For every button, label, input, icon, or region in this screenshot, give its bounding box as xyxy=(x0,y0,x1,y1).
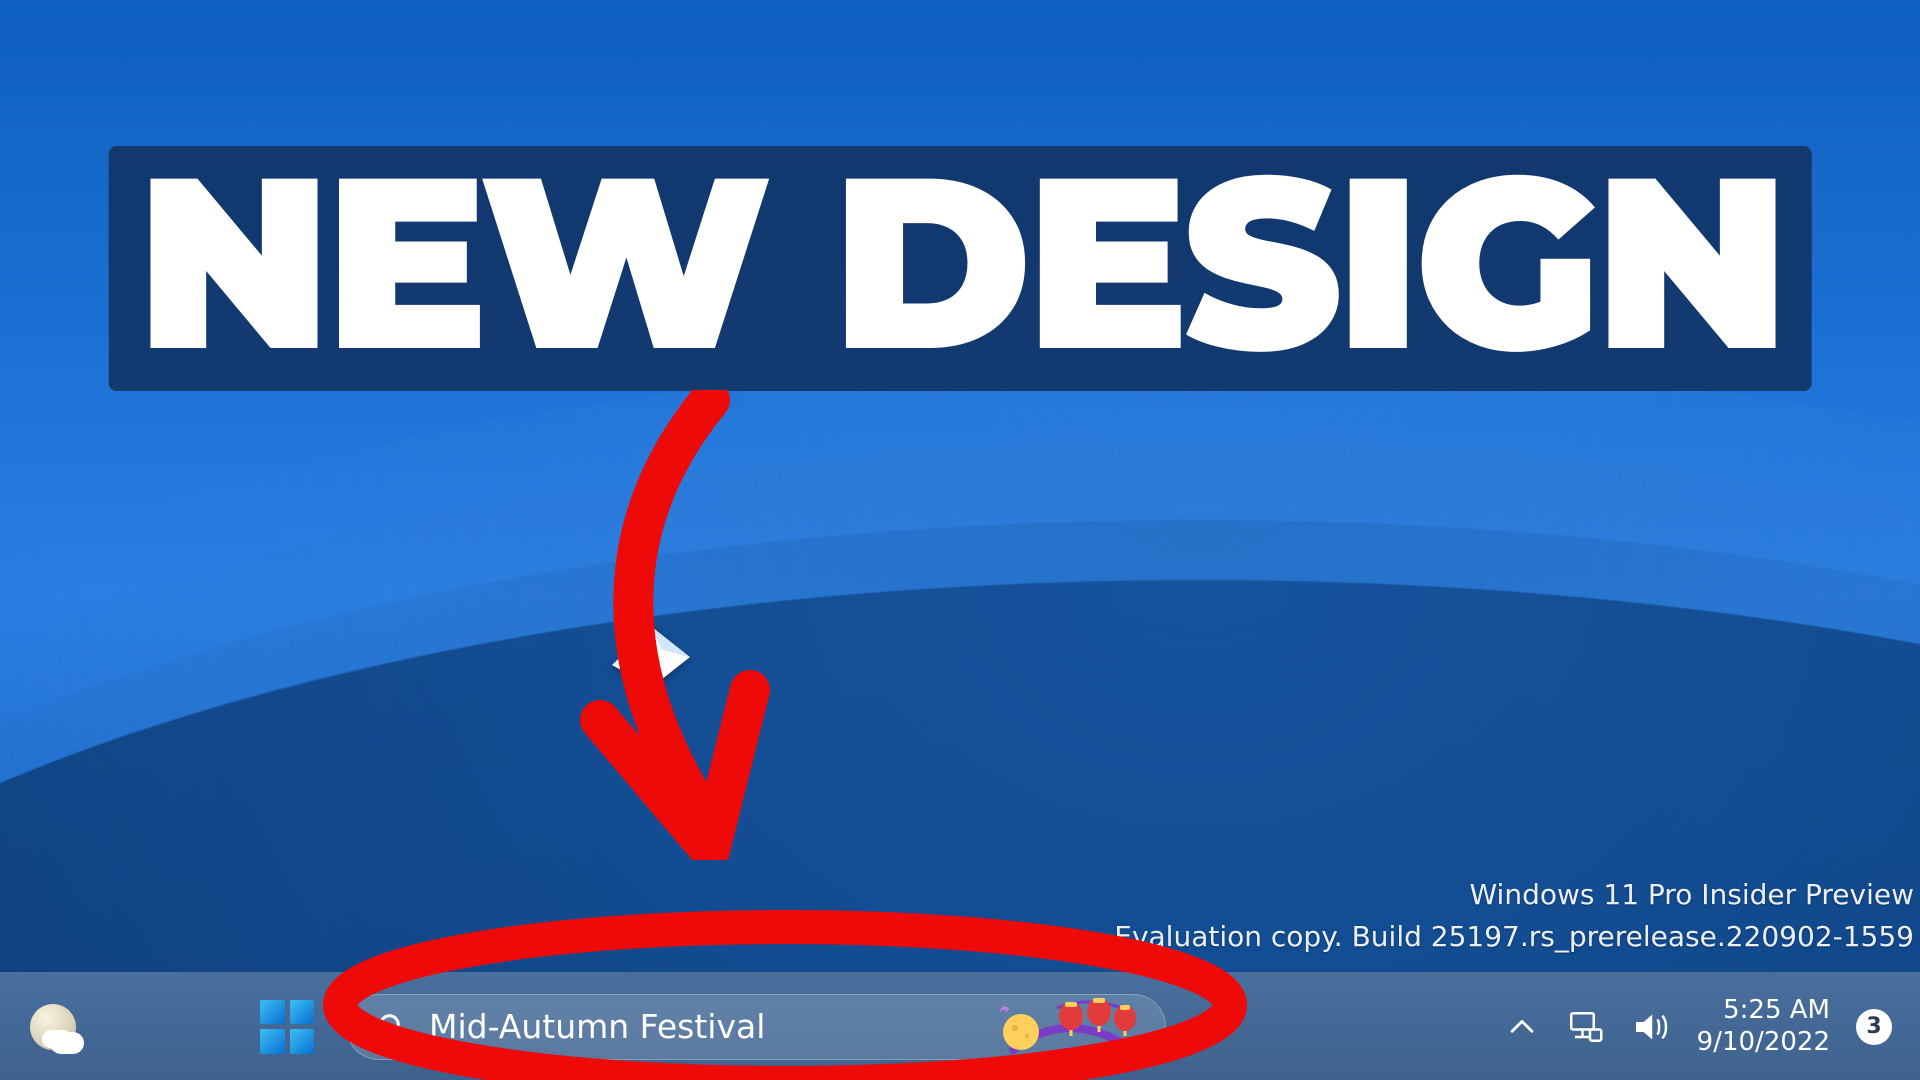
tray-overflow-button[interactable] xyxy=(1505,1010,1539,1044)
taskbar-clock[interactable]: 5:25 AM 9/10/2022 xyxy=(1697,995,1830,1057)
taskbar-left-group: Mid-Autumn Festival xyxy=(0,994,1166,1060)
search-icon xyxy=(377,1012,407,1042)
system-tray: 5:25 AM 9/10/2022 3 xyxy=(1505,995,1920,1057)
weather-widget[interactable] xyxy=(30,1004,76,1050)
watermark-line1: Windows 11 Pro Insider Preview xyxy=(1114,874,1914,916)
clock-date: 9/10/2022 xyxy=(1697,1027,1830,1058)
build-watermark: Windows 11 Pro Insider Preview Evaluatio… xyxy=(1114,874,1914,958)
search-placeholder: Mid-Autumn Festival xyxy=(429,1007,971,1046)
start-icon xyxy=(290,1029,315,1054)
taskbar-search-box[interactable]: Mid-Autumn Festival xyxy=(346,994,1166,1060)
speaker-icon[interactable] xyxy=(1631,1007,1671,1047)
festival-doodle-icon xyxy=(993,998,1143,1056)
network-icon[interactable] xyxy=(1565,1007,1605,1047)
notification-badge[interactable]: 3 xyxy=(1856,1009,1892,1045)
start-icon xyxy=(260,1029,285,1054)
taskbar: Mid-Autumn Festival xyxy=(0,972,1920,1080)
start-icon xyxy=(290,1000,315,1025)
start-button[interactable] xyxy=(260,1000,314,1054)
desktop-wallpaper: NEW DESIGN Windows 11 Pro Insider Previe… xyxy=(0,0,1920,1080)
start-icon xyxy=(260,1000,285,1025)
clock-time: 5:25 AM xyxy=(1697,995,1830,1026)
paper-boat-icon xyxy=(612,627,690,687)
watermark-line2: Evaluation copy. Build 25197.rs_prerelea… xyxy=(1114,916,1914,958)
headline-banner: NEW DESIGN xyxy=(109,146,1812,391)
